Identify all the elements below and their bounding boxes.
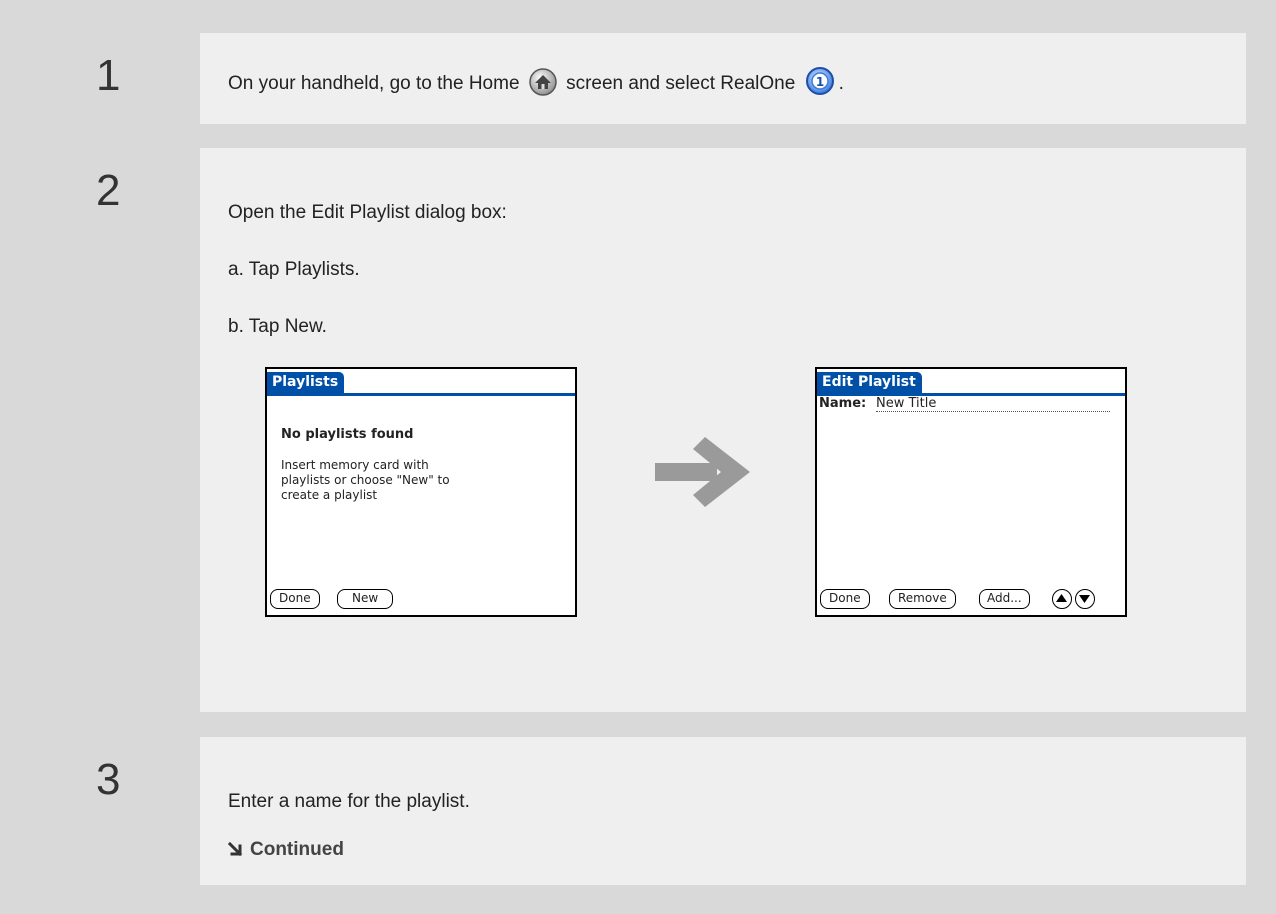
substep-a: a. Tap Playlists. [228,259,360,280]
done-button[interactable]: Done [820,589,870,609]
done-button[interactable]: Done [270,589,320,609]
step-2: 2 Open the Edit Playlist dialog box: a. … [0,148,1276,712]
edit-playlist-screen: Edit Playlist Name: New Title Done Remov… [815,367,1127,617]
name-label: Name: [819,396,867,411]
realone-icon: 1 [805,66,835,102]
step-1-text: On your handheld, go to the Home screen … [228,66,844,102]
empty-message: Insert memory card with playlists or cho… [281,458,450,502]
add-button[interactable]: Add... [979,589,1030,609]
new-button[interactable]: New [337,589,394,609]
svg-text:1: 1 [815,75,823,89]
screen-title: Edit Playlist [817,372,922,393]
continued-label: Continued [227,839,344,864]
scroll-up-icon[interactable] [1052,589,1072,609]
step-3: 3 Enter a name for the playlist. Continu… [0,737,1276,885]
step-3-text: Enter a name for the playlist. [228,791,470,812]
continued-arrow-icon [227,841,244,864]
name-field[interactable]: New Title [876,396,1110,412]
step-number: 3 [96,755,121,804]
step-2-intro: Open the Edit Playlist dialog box: [228,202,507,223]
home-icon [529,68,557,102]
step-number: 2 [96,166,121,215]
empty-heading: No playlists found [281,427,414,442]
right-arrow-icon [655,437,750,512]
screen-title: Playlists [267,372,345,393]
remove-button[interactable]: Remove [889,589,956,609]
scroll-down-icon[interactable] [1075,589,1095,609]
step-number: 1 [96,51,121,100]
playlists-screen: Playlists No playlists found Insert memo… [265,367,577,617]
name-row: Name: [819,396,866,411]
step-1: 1 On your handheld, go to the Home scree… [0,33,1276,124]
substep-b: b. Tap New. [228,316,327,337]
